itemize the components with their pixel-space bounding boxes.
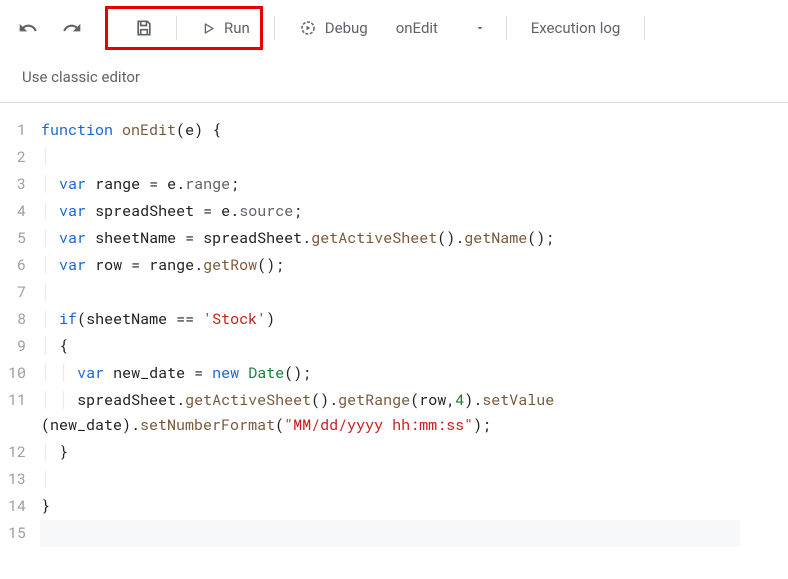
line-number: 9 bbox=[0, 333, 40, 360]
line-number: 2 bbox=[0, 144, 40, 171]
code-line[interactable]: │ var spreadSheet = e.source; bbox=[40, 198, 740, 225]
code-line[interactable]: │ bbox=[40, 144, 740, 171]
toolbar-divider bbox=[274, 16, 275, 40]
debug-button[interactable]: Debug bbox=[287, 10, 380, 46]
code-line[interactable]: } bbox=[40, 493, 740, 520]
toolbar-divider bbox=[644, 16, 645, 40]
function-dropdown[interactable]: onEdit bbox=[384, 10, 494, 46]
code-line[interactable]: │ bbox=[40, 466, 740, 493]
run-label: Run bbox=[224, 19, 250, 37]
code-line[interactable]: │ var row = range.getRow(); bbox=[40, 252, 740, 279]
redo-icon bbox=[62, 18, 82, 38]
debug-label: Debug bbox=[325, 19, 368, 37]
save-icon bbox=[134, 18, 154, 38]
code-line[interactable]: │ bbox=[40, 279, 740, 306]
play-icon bbox=[201, 21, 216, 36]
execution-log-button[interactable]: Execution log bbox=[519, 10, 633, 46]
line-number: 7 bbox=[0, 279, 40, 306]
chevron-down-icon bbox=[474, 22, 486, 34]
use-classic-editor-link[interactable]: Use classic editor bbox=[0, 56, 788, 102]
line-number: 11 bbox=[0, 387, 40, 439]
toolbar-divider bbox=[176, 16, 177, 40]
line-number: 5 bbox=[0, 225, 40, 252]
code-line[interactable]: │ if(sheetName == 'Stock') bbox=[40, 306, 740, 333]
line-number: 8 bbox=[0, 306, 40, 333]
code-editor[interactable]: 1 function onEdit(e) { 2 │ 3 │ var range… bbox=[0, 102, 788, 547]
code-line[interactable]: │ } bbox=[40, 439, 740, 466]
line-number: 13 bbox=[0, 466, 40, 493]
code-line[interactable]: function onEdit(e) { bbox=[40, 117, 740, 144]
line-number: 3 bbox=[0, 171, 40, 198]
run-button[interactable]: Run bbox=[189, 10, 262, 46]
code-line[interactable]: │ │ var new_date = new Date(); bbox=[40, 360, 740, 387]
line-number: 10 bbox=[0, 360, 40, 387]
undo-icon bbox=[18, 18, 38, 38]
debug-icon bbox=[299, 19, 317, 37]
code-line-current[interactable] bbox=[40, 520, 740, 547]
line-number: 15 bbox=[0, 520, 40, 547]
code-line[interactable]: │ var range = e.range; bbox=[40, 171, 740, 198]
undo-button[interactable] bbox=[8, 8, 48, 48]
code-line[interactable]: │ var sheetName = spreadSheet.getActiveS… bbox=[40, 225, 740, 252]
save-button[interactable] bbox=[124, 8, 164, 48]
code-line[interactable]: │ { bbox=[40, 333, 740, 360]
line-number: 1 bbox=[0, 117, 40, 144]
execution-log-label: Execution log bbox=[531, 19, 621, 37]
toolbar-divider bbox=[506, 16, 507, 40]
redo-button[interactable] bbox=[52, 8, 92, 48]
line-number: 12 bbox=[0, 439, 40, 466]
line-number: 6 bbox=[0, 252, 40, 279]
function-selected-label: onEdit bbox=[396, 19, 438, 37]
toolbar: Run Debug onEdit Execution log bbox=[0, 0, 788, 56]
line-number: 14 bbox=[0, 493, 40, 520]
code-line[interactable]: │ │ spreadSheet.getActiveSheet().getRang… bbox=[40, 387, 740, 439]
line-number: 4 bbox=[0, 198, 40, 225]
